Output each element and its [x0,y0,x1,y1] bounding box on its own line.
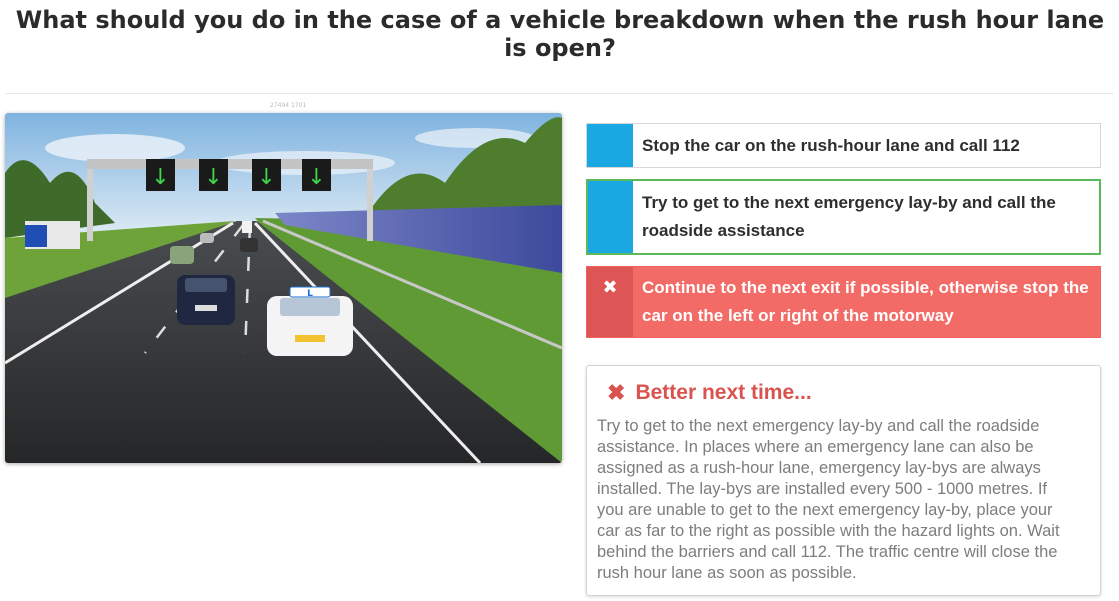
motorway-illustration: ↓ ↓ ↓ ↓ L [5,113,562,463]
gantry-post-right [367,161,373,241]
answer-marker [587,124,633,167]
lane-sign-arrow: ↓ [204,165,222,190]
scene-image: ↓ ↓ ↓ ↓ L [5,113,562,463]
driving-school-sign: L [307,289,313,299]
feedback-explanation: Try to get to the next emergency lay-by … [597,417,1060,582]
answer-option-1[interactable]: Stop the car on the rush-hour lane and c… [586,123,1101,168]
gantry-post-left [87,161,93,241]
answer-label: Try to get to the next emergency lay-by … [642,193,1056,240]
question-title: What should you do in the case of a vehi… [15,6,1105,62]
lane-sign-arrow: ↓ [151,165,169,190]
feedback-panel: ✖ Better next time... Try to get to the … [586,365,1101,596]
close-icon: ✖ [607,380,626,405]
car-dark [177,275,235,325]
answer-marker [588,181,633,253]
car-white: L [267,286,353,356]
feedback-header: ✖ Better next time... [607,380,812,406]
wrong-icon: ✖ [587,267,633,337]
car-green [170,246,194,264]
lane-sign-arrow: ↓ [257,165,275,190]
truck [25,221,80,249]
answer-option-2-correct[interactable]: Try to get to the next emergency lay-by … [586,179,1101,255]
answer-option-3-selected-wrong[interactable]: ✖ Continue to the next exit if possible,… [586,266,1101,338]
lane-sign-arrow: ↓ [307,165,325,190]
divider [5,93,1114,94]
answer-label: Continue to the next exit if possible, o… [642,278,1089,325]
feedback-title: Better next time... [635,381,812,404]
image-caption: 27494 1701 [270,102,307,109]
answer-label: Stop the car on the rush-hour lane and c… [642,135,1020,155]
